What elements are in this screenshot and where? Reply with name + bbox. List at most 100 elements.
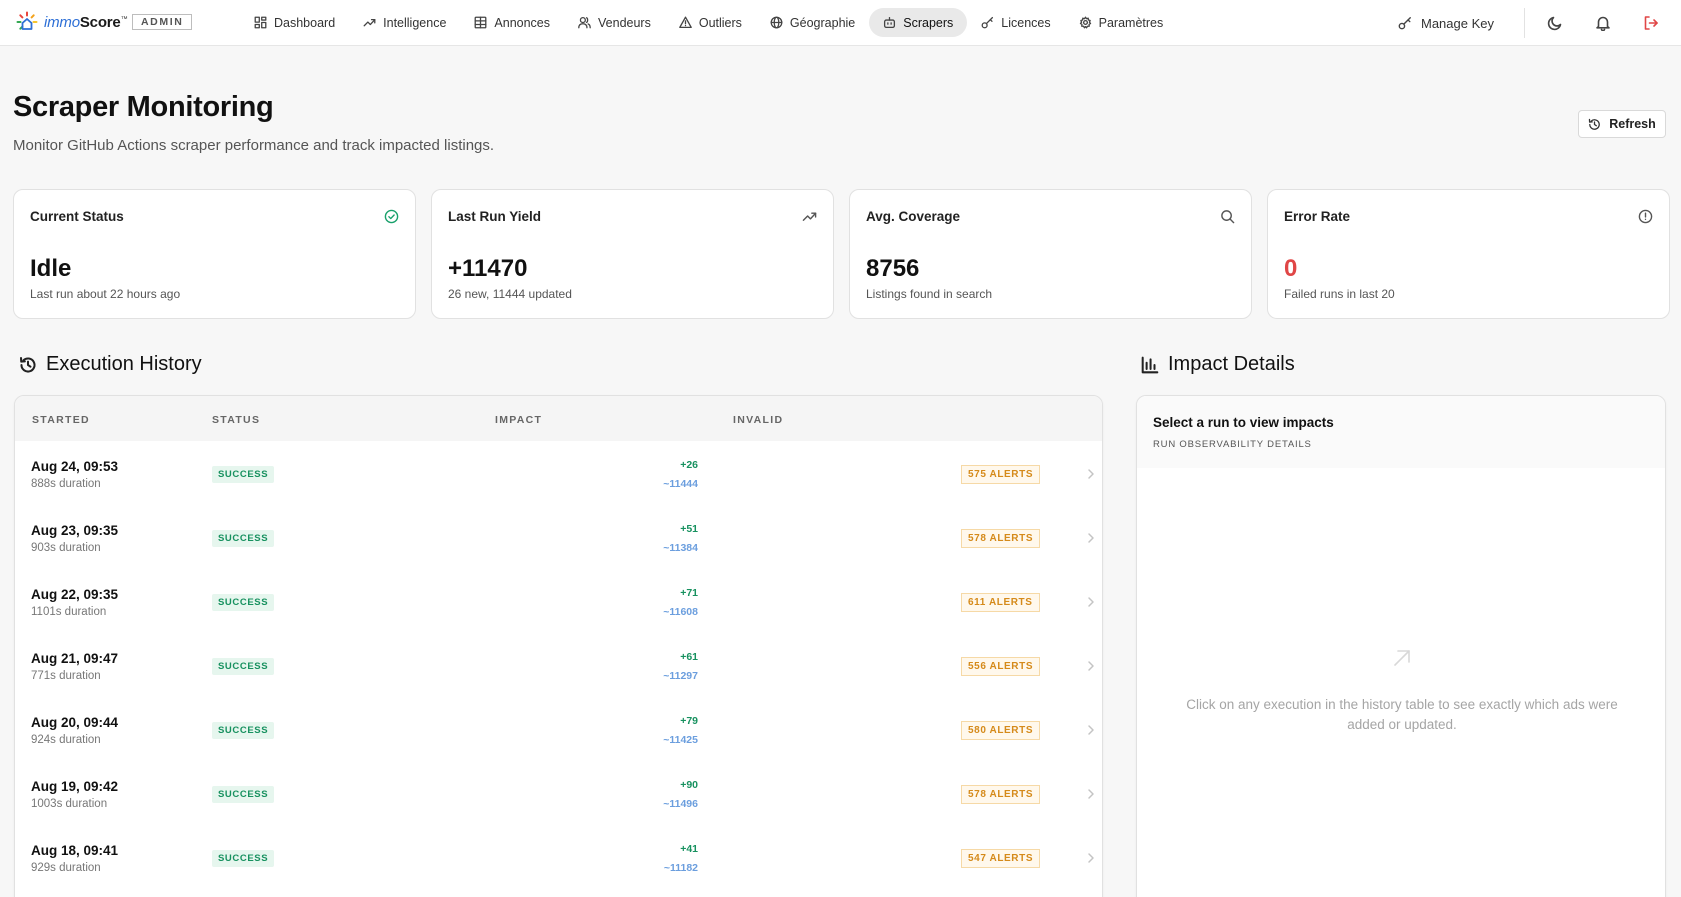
card-subtext: Failed runs in last 20 (1284, 287, 1395, 301)
nav-item-scrapers[interactable]: Scrapers (869, 8, 968, 37)
nav-item-label: Intelligence (383, 15, 447, 30)
status-badge: SUCCESS (212, 466, 275, 483)
trending-up-icon (363, 19, 376, 27)
impact-details-panel: Select a run to view impacts RUN OBSERVA… (1136, 395, 1666, 897)
run-duration: 1003s duration (31, 798, 108, 810)
run-duration: 924s duration (31, 734, 101, 746)
invalid-alerts-badge: 580 ALERTS (961, 721, 1041, 740)
run-duration: 929s duration (31, 862, 101, 874)
impact-new-count: +41 (680, 843, 698, 855)
info-circle-icon (1638, 209, 1653, 224)
card-value: 8756 (866, 255, 920, 282)
nav-item-intelligence[interactable]: Intelligence (349, 8, 460, 37)
table-row[interactable]: Aug 21, 09:47 771s duration SUCCESS +61 ~112… (15, 633, 1102, 697)
status-badge: SUCCESS (212, 850, 275, 867)
nav-item-annonces[interactable]: Annonces (460, 8, 564, 37)
card-title: Current Status (30, 209, 124, 224)
invalid-alerts-badge: 547 ALERTS (961, 849, 1041, 868)
table-header: STARTED STATUS IMPACT INVALID (15, 396, 1102, 441)
impact-updated-count: ~11444 (663, 478, 698, 490)
impact-panel-title: Select a run to view impacts (1153, 415, 1334, 430)
page-subtitle: Monitor GitHub Actions scraper performan… (13, 137, 495, 154)
nav-item-label: Géographie (789, 15, 856, 30)
nav-item-label: Outliers (698, 15, 742, 30)
impact-new-count: +90 (680, 779, 698, 791)
bot-icon (884, 16, 896, 29)
error-rate-card: Error Rate 0 Failed runs in last 20 (1267, 189, 1670, 319)
nav-item-label: Vendeurs (598, 15, 651, 30)
status-badge: SUCCESS (212, 722, 275, 739)
run-start-time: Aug 19, 09:42 (31, 779, 119, 794)
table-row[interactable]: Aug 19, 09:42 1003s duration SUCCESS +90 ~11… (15, 761, 1102, 825)
card-value: +11470 (448, 255, 528, 282)
nav-item-licences[interactable]: Licences (967, 8, 1064, 37)
card-subtext: Last run about 22 hours ago (30, 287, 181, 301)
table-icon (474, 16, 487, 29)
run-duration: 888s duration (31, 478, 101, 490)
table-row[interactable]: Aug 24, 09:53 888s duration SUCCESS +26 ~114… (15, 441, 1102, 505)
bell-icon (1596, 16, 1610, 32)
notifications-button[interactable] (1595, 15, 1611, 32)
nav-item-vendeurs[interactable]: Vendeurs (564, 8, 665, 37)
table-row[interactable]: Aug 22, 09:35 1101s duration SUCCESS +71 ~11… (15, 569, 1102, 633)
nav-item-dashboard[interactable]: Dashboard (240, 8, 349, 37)
chevron-right-icon (1086, 467, 1096, 479)
table-row[interactable]: Aug 18, 09:41 929s duration SUCCESS +41 ~111… (15, 825, 1102, 889)
search-icon (1220, 209, 1235, 224)
impact-updated-count: ~11384 (663, 542, 698, 554)
history-icon (20, 356, 36, 373)
chevron-right-icon (1086, 787, 1096, 799)
moon-icon (1547, 16, 1562, 31)
trending-up-icon (802, 209, 817, 224)
card-subtext: Listings found in search (866, 287, 993, 301)
history-icon (1589, 118, 1601, 130)
avg-coverage-card: Avg. Coverage 8756 Listings found in sea… (849, 189, 1252, 319)
column-header-invalid: INVALID (733, 414, 784, 426)
section-title: Impact Details (1168, 353, 1295, 375)
nav-item-label: Dashboard (274, 15, 336, 30)
impact-new-count: +79 (680, 715, 698, 727)
nav-item-geographie[interactable]: Géographie (756, 8, 869, 37)
card-title: Error Rate (1284, 209, 1351, 224)
status-badge: SUCCESS (212, 530, 275, 547)
run-duration: 903s duration (31, 542, 101, 554)
logout-button[interactable] (1643, 15, 1659, 31)
execution-history-table: STARTED STATUS IMPACT INVALID Aug 24, 09… (14, 395, 1103, 897)
impact-new-count: +61 (680, 651, 698, 663)
impact-panel-subtitle: RUN OBSERVABILITY DETAILS (1153, 439, 1312, 450)
run-start-time: Aug 18, 09:41 (31, 843, 119, 858)
manage-key-button[interactable]: Manage Key (1398, 16, 1494, 31)
logout-icon (1644, 16, 1658, 30)
table-row[interactable]: Aug 20, 09:44 924s duration SUCCESS +79 ~114… (15, 697, 1102, 761)
dark-mode-toggle[interactable] (1547, 15, 1563, 31)
status-badge: SUCCESS (212, 786, 275, 803)
section-title: Execution History (46, 353, 202, 375)
card-title: Last Run Yield (448, 209, 542, 224)
run-start-time: Aug 23, 09:35 (31, 523, 119, 538)
card-title: Avg. Coverage (866, 209, 961, 224)
impact-updated-count: ~11182 (663, 862, 698, 874)
impact-updated-count: ~11297 (663, 670, 698, 682)
table-row[interactable]: Aug 23, 09:35 903s duration SUCCESS +51 ~113… (15, 505, 1102, 569)
invalid-alerts-badge: 578 ALERTS (961, 529, 1041, 548)
invalid-alerts-badge: 611 ALERTS (961, 593, 1040, 612)
logo-sun-icon (16, 11, 38, 30)
status-badge: SUCCESS (212, 594, 275, 611)
current-status-card: Current Status Idle Last run about 22 ho… (13, 189, 416, 319)
column-header-started: STARTED (32, 414, 90, 426)
brand-name: immoScore™ (44, 13, 128, 31)
top-navigation-bar: immoScore™ ADMIN Dashboard Intelligence … (0, 0, 1681, 46)
refresh-button[interactable]: Refresh (1578, 110, 1666, 138)
nav-item-outliers[interactable]: Outliers (665, 8, 756, 37)
card-value: 0 (1284, 255, 1298, 282)
impact-updated-count: ~11425 (663, 734, 698, 746)
brand-logo[interactable]: immoScore™ (16, 11, 128, 33)
column-header-status: STATUS (212, 414, 261, 426)
nav-item-parametres[interactable]: Paramètres (1065, 8, 1178, 37)
chevron-right-icon (1086, 595, 1096, 607)
run-start-time: Aug 21, 09:47 (31, 651, 119, 666)
page-title: Scraper Monitoring (13, 91, 274, 123)
admin-role-badge: ADMIN (132, 14, 193, 30)
invalid-alerts-badge: 575 ALERTS (961, 465, 1041, 484)
run-start-time: Aug 22, 09:35 (31, 587, 119, 602)
